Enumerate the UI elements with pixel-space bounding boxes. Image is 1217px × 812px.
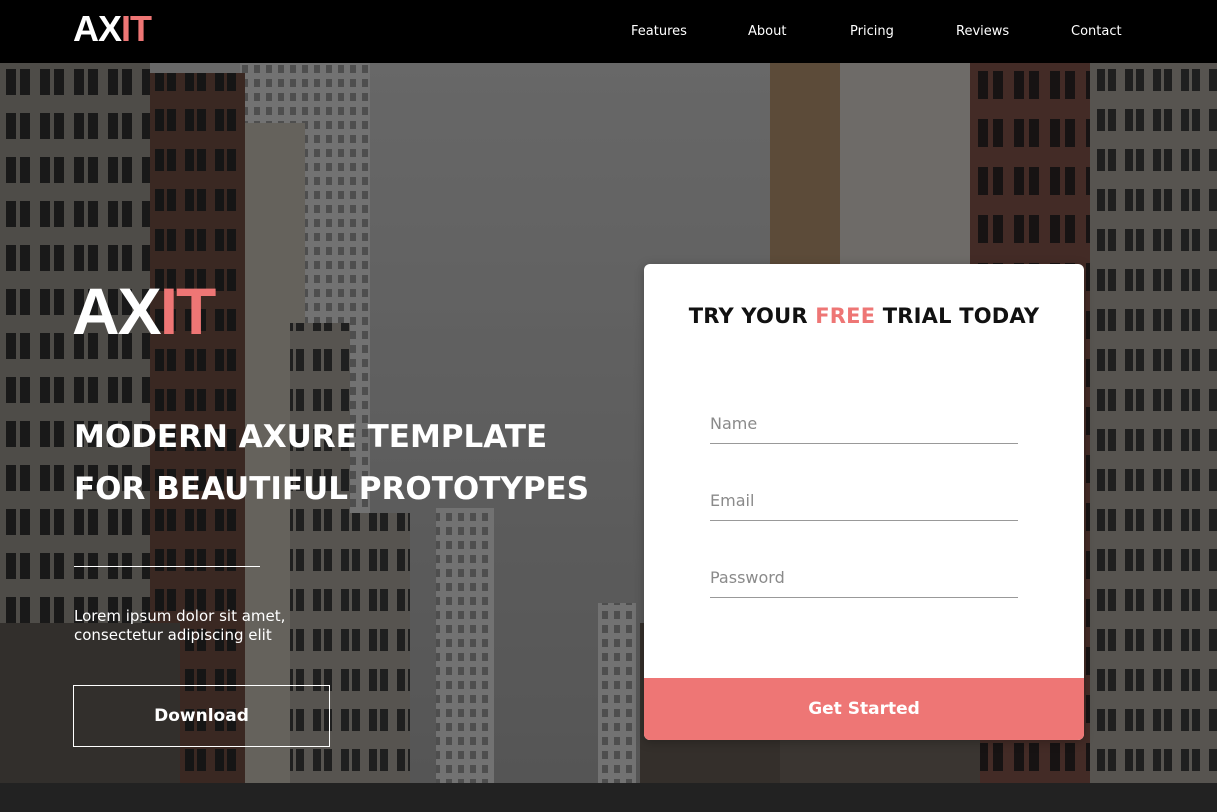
signup-title-part1: TRY YOUR: [688, 304, 816, 328]
password-input[interactable]: [710, 558, 1018, 598]
headline-line-1: MODERN AXURE TEMPLATE: [74, 419, 548, 455]
email-input[interactable]: [710, 481, 1018, 521]
hero-lead-text: Lorem ipsum dolor sit amet, consectetur …: [74, 607, 374, 645]
nav-features[interactable]: Features: [631, 22, 687, 42]
nav-pricing[interactable]: Pricing: [850, 22, 894, 42]
hero-logo: AXIT: [72, 273, 217, 349]
signup-card: TRY YOUR FREE TRIAL TODAY Get Started: [644, 264, 1084, 740]
download-button[interactable]: Download: [73, 685, 330, 747]
hero-headline: MODERN AXURE TEMPLATE FOR BEAUTIFUL PROT…: [74, 411, 634, 515]
lead-line-2: consectetur adipiscing elit: [74, 626, 272, 644]
lead-line-1: Lorem ipsum dolor sit amet,: [74, 607, 286, 625]
hero-logo-white: AX: [72, 274, 162, 348]
hero-logo-accent: IT: [159, 274, 217, 348]
hero-section: AXIT MODERN AXURE TEMPLATE FOR BEAUTIFUL…: [0, 63, 1217, 812]
nav-reviews[interactable]: Reviews: [956, 22, 1009, 42]
headline-line-2: FOR BEAUTIFUL PROTOTYPES: [74, 471, 590, 507]
top-navbar: AXIT Features About Pricing Reviews Cont…: [0, 0, 1217, 63]
main-nav: Features About Pricing Reviews Contact: [0, 22, 1217, 42]
get-started-button[interactable]: Get Started: [644, 678, 1084, 740]
signup-title: TRY YOUR FREE TRIAL TODAY: [644, 304, 1084, 328]
name-input[interactable]: [710, 404, 1018, 444]
signup-title-part2: TRIAL TODAY: [875, 304, 1040, 328]
hero-divider: [74, 566, 260, 567]
nav-contact[interactable]: Contact: [1071, 22, 1122, 42]
signup-title-free: FREE: [815, 304, 876, 328]
nav-about[interactable]: About: [748, 22, 786, 42]
